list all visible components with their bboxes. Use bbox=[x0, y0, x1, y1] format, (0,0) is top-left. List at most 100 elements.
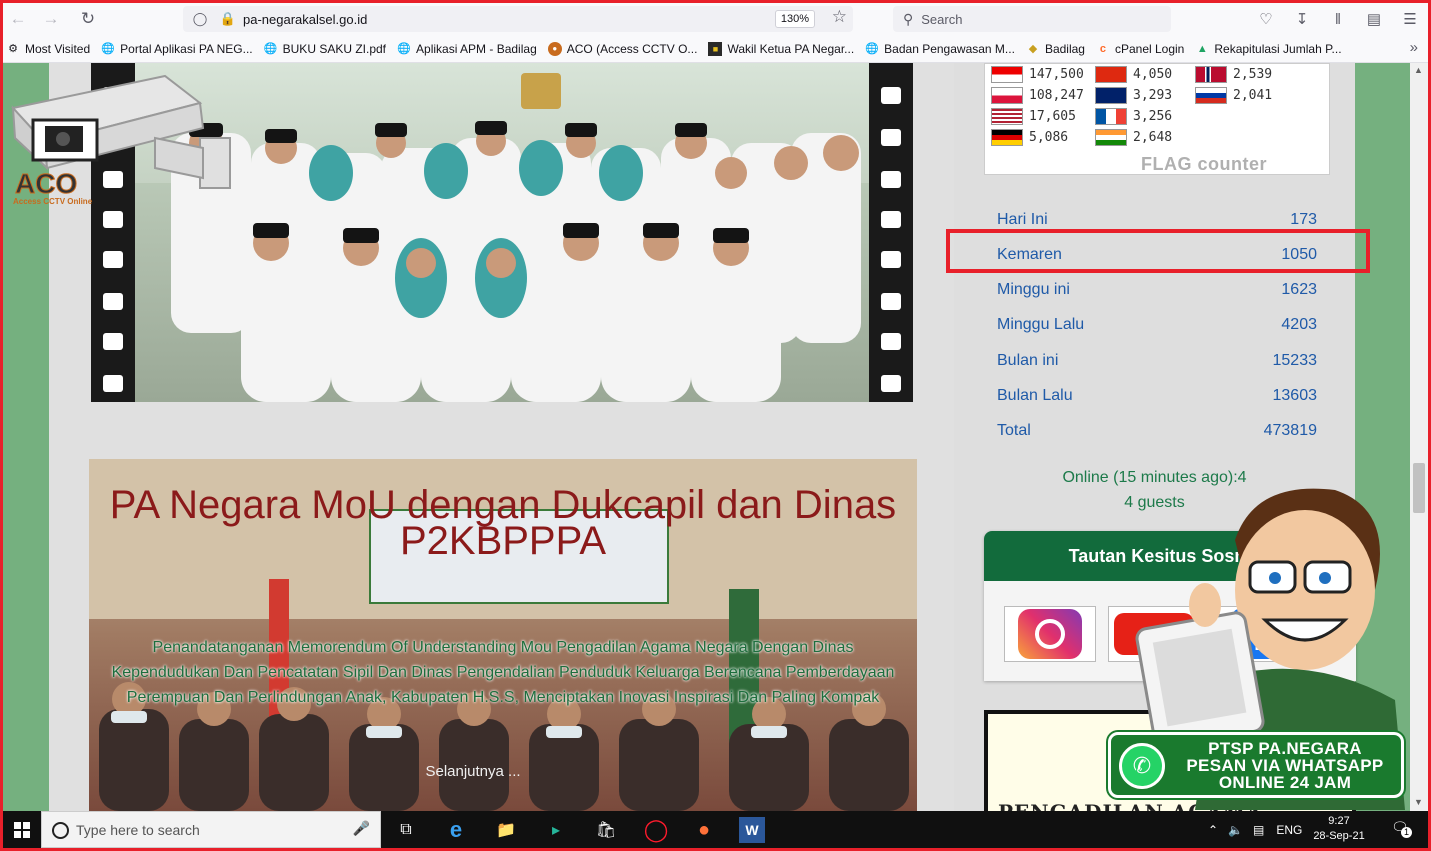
notification-count: 1 bbox=[1401, 827, 1412, 838]
flag-counter-widget[interactable]: 147,500 4,050 2,539 108,247 3,293 2,041 … bbox=[984, 63, 1330, 175]
bookmark-badilag[interactable]: ◆ Badilag bbox=[1026, 42, 1085, 56]
post-excerpt: Penandatanganan Memorendum Of Understand… bbox=[111, 639, 895, 706]
whatsapp-badge[interactable]: ✆ PTSP PA.NEGARA PESAN VIA WHATSAPP ONLI… bbox=[1108, 732, 1404, 798]
whatsapp-icon: ✆ bbox=[1119, 743, 1165, 789]
post-card[interactable]: PA Negara MoU dengan Dukcapil dan Dinas … bbox=[89, 459, 917, 811]
flag-indonesia-icon bbox=[991, 66, 1023, 83]
opera-icon[interactable]: ◯ bbox=[643, 817, 669, 843]
forward-icon[interactable]: → bbox=[36, 4, 66, 34]
flag-row: 108,247 3,293 2,041 bbox=[991, 87, 1272, 104]
flag-row: 5,086 2,648 bbox=[991, 129, 1172, 146]
lock-icon[interactable]: 🔒 bbox=[217, 11, 239, 27]
cpanel-icon: c bbox=[1099, 42, 1107, 55]
site-icon: ■ bbox=[708, 41, 723, 56]
download-icon[interactable]: ↧ bbox=[1289, 7, 1315, 31]
drive-icon: ▲ bbox=[1196, 42, 1208, 55]
taskbar-search-input[interactable]: Type here to search 🎤 bbox=[41, 811, 381, 848]
flag-china-icon bbox=[1095, 66, 1127, 83]
bookmark-cpanel[interactable]: c cPanel Login bbox=[1096, 42, 1184, 56]
bookmark-star-icon[interactable]: ☆ bbox=[832, 7, 847, 27]
windows-start-icon[interactable] bbox=[3, 811, 41, 848]
bookmark-aco[interactable]: ● ACO (Access CCTV O... bbox=[547, 41, 697, 56]
app-icon[interactable]: ▸ bbox=[543, 817, 569, 843]
globe-icon: 🌐 bbox=[865, 43, 880, 55]
bookmark-wakil-ketua[interactable]: ■ Wakil Ketua PA Negar... bbox=[708, 41, 854, 56]
library-icon[interactable]: ‖ bbox=[1325, 7, 1351, 31]
reload-icon[interactable]: ↻ bbox=[73, 4, 103, 34]
taskbar-clock[interactable]: 9:27 28-Sep-21 bbox=[1309, 814, 1369, 844]
cortana-icon bbox=[52, 822, 69, 839]
edge-icon[interactable]: e bbox=[443, 817, 469, 843]
aco-logo-text: ACO bbox=[15, 168, 77, 199]
scroll-thumb[interactable] bbox=[1413, 463, 1425, 513]
shield-icon[interactable]: ◯ bbox=[189, 11, 211, 27]
taskbar-search-placeholder: Type here to search bbox=[76, 821, 200, 838]
chevron-double-right-icon[interactable]: » bbox=[1410, 39, 1418, 56]
notification-icon[interactable]: 🗨 1 bbox=[1391, 819, 1413, 839]
bookmark-aplikasi-apm[interactable]: 🌐 Aplikasi APM - Badilag bbox=[397, 42, 537, 56]
language-indicator[interactable]: ENG bbox=[1276, 823, 1302, 837]
bookmark-rekapitulasi[interactable]: ▲ Rekapitulasi Jumlah P... bbox=[1195, 42, 1342, 56]
instagram-icon bbox=[1018, 609, 1082, 659]
windows-taskbar: Type here to search 🎤 ⧉ e 📁 ▸ 🛍 ◯ ● W ⌃ … bbox=[3, 811, 1428, 848]
menu-icon[interactable]: ☰ bbox=[1397, 7, 1423, 31]
search-input[interactable]: ⚲ Search bbox=[893, 6, 1171, 32]
whatsapp-text: PTSP PA.NEGARA PESAN VIA WHATSAPP ONLINE… bbox=[1186, 739, 1384, 792]
flag-row: 147,500 4,050 2,539 bbox=[991, 66, 1272, 83]
microphone-icon[interactable]: 🎤 bbox=[353, 820, 370, 837]
bookmark-most-visited[interactable]: ⚙ Most Visited bbox=[6, 42, 90, 56]
read-more-link[interactable]: Selanjutnya ... bbox=[89, 763, 857, 780]
flag-norway-icon bbox=[1195, 66, 1227, 83]
instagram-button[interactable] bbox=[1004, 606, 1096, 662]
flag-france-icon bbox=[1095, 108, 1127, 125]
sidebar-icon[interactable]: ▤ bbox=[1361, 7, 1387, 31]
page-scrollbar[interactable]: ▲ ▼ bbox=[1410, 63, 1428, 811]
firefox-icon[interactable]: ● bbox=[691, 817, 717, 843]
scroll-up-icon[interactable]: ▲ bbox=[1414, 65, 1424, 75]
store-icon[interactable]: 🛍 bbox=[593, 817, 619, 843]
bookmark-badan-pengawasan[interactable]: 🌐 Badan Pengawasan M... bbox=[865, 42, 1015, 56]
bookmark-portal-aplikasi[interactable]: 🌐 Portal Aplikasi PA NEG... bbox=[101, 42, 252, 56]
globe-icon: 🌐 bbox=[263, 43, 278, 55]
gear-icon: ⚙ bbox=[8, 43, 18, 55]
flag-india-icon bbox=[1095, 129, 1127, 146]
search-placeholder: Search bbox=[921, 11, 963, 27]
system-tray: ⌃ 🔈 ▤ ENG bbox=[1208, 811, 1318, 848]
stat-row-total: Total 473819 bbox=[997, 422, 1317, 439]
post-title[interactable]: PA Negara MoU dengan Dukcapil dan Dinas … bbox=[89, 485, 917, 561]
stat-row-this-month: Bulan ini 15233 bbox=[997, 352, 1317, 369]
flag-uk-icon bbox=[1095, 87, 1127, 104]
chevron-up-icon[interactable]: ⌃ bbox=[1208, 823, 1218, 837]
bookmarks-bar: ⚙ Most Visited 🌐 Portal Aplikasi PA NEG...… bbox=[3, 35, 1428, 63]
task-view-icon[interactable]: ⧉ bbox=[393, 817, 419, 843]
bookmark-buku-saku[interactable]: 🌐 BUKU SAKU ZI.pdf bbox=[264, 42, 386, 56]
toolbar-icons: ♡ ↧ ‖ ▤ ☰ bbox=[1253, 7, 1423, 31]
aco-logo-subtext: Access CCTV Online bbox=[13, 197, 93, 206]
network-icon[interactable]: ▤ bbox=[1253, 823, 1264, 837]
zoom-badge[interactable]: 130% bbox=[774, 10, 815, 28]
stat-row-last-month: Bulan Lalu 13603 bbox=[997, 387, 1317, 404]
globe-icon: 🌐 bbox=[397, 43, 411, 55]
stat-row-today: Hari Ini 173 bbox=[997, 211, 1317, 228]
back-icon[interactable]: ← bbox=[3, 4, 33, 34]
flag-russia-icon bbox=[1195, 87, 1227, 104]
file-explorer-icon[interactable]: 📁 bbox=[493, 817, 519, 843]
search-icon: ⚲ bbox=[903, 10, 914, 27]
flag-counter-logo: FLAG counter bbox=[1141, 154, 1267, 174]
url-text[interactable]: pa-negarakalsel.go.id bbox=[243, 12, 367, 27]
stat-row-this-week: Minggu ini 1623 bbox=[997, 281, 1317, 298]
flag-poland-icon bbox=[991, 87, 1023, 104]
flag-usa-icon bbox=[991, 108, 1023, 125]
highlight-annotation bbox=[946, 229, 1370, 273]
word-icon[interactable]: W bbox=[739, 817, 765, 843]
pocket-icon[interactable]: ♡ bbox=[1253, 7, 1279, 31]
aco-icon: ● bbox=[547, 41, 562, 56]
aco-logo: ACO Access CCTV Online bbox=[11, 74, 231, 206]
volume-icon[interactable]: 🔈 bbox=[1228, 823, 1243, 837]
url-bar[interactable]: ◯ 🔒 pa-negarakalsel.go.id 130% ☆ bbox=[183, 6, 853, 32]
flag-germany-icon bbox=[991, 129, 1023, 146]
scroll-down-icon[interactable]: ▼ bbox=[1414, 797, 1424, 807]
flag-row: 17,605 3,256 bbox=[991, 108, 1172, 125]
stat-row-last-week: Minggu Lalu 4203 bbox=[997, 316, 1317, 333]
globe-icon: 🌐 bbox=[101, 43, 115, 55]
